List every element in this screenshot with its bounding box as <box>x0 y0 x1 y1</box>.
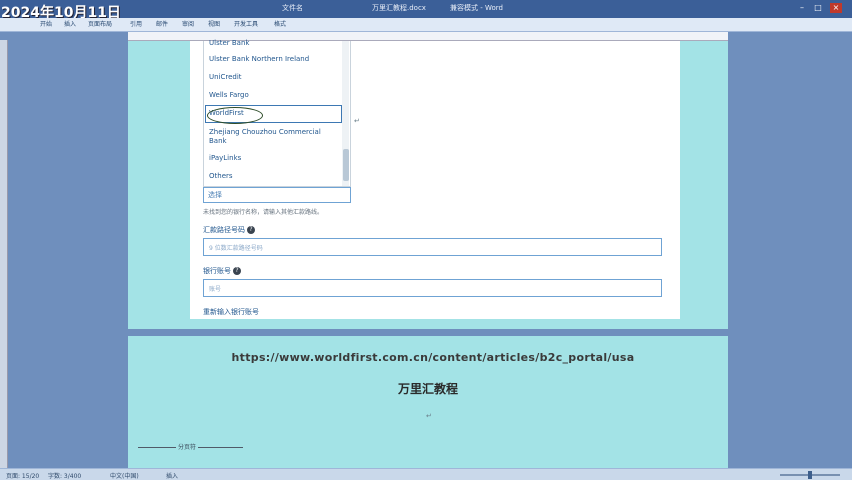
dropdown-option[interactable]: Ulster Bank <box>209 39 249 48</box>
close-icon[interactable]: × <box>830 3 842 13</box>
routing-number-label: 汇款路径号码? <box>203 225 255 235</box>
dropdown-option[interactable]: Ulster Bank Northern Ireland <box>209 55 309 64</box>
status-language[interactable]: 中文(中国) <box>110 471 139 480</box>
page-gap <box>128 329 728 336</box>
tutorial-title: 万里汇教程 <box>397 382 458 396</box>
tab-insert[interactable]: 插入 <box>64 19 76 28</box>
routing-number-label-text: 汇款路径号码 <box>203 226 245 234</box>
paragraph-mark: ↵ <box>354 117 360 125</box>
tab-home[interactable]: 开始 <box>40 19 52 28</box>
tutorial-url[interactable]: https://www.worldfirst.com.cn/content/ar… <box>223 351 643 364</box>
routing-number-input[interactable]: 9 位数汇款路径号码 <box>203 238 662 256</box>
dropdown-option[interactable]: Others <box>209 172 233 181</box>
account-number-label-text: 银行账号 <box>203 267 231 275</box>
vertical-ruler[interactable] <box>0 40 8 470</box>
window-title: 万里汇教程.docx <box>372 4 426 12</box>
document-page-2[interactable]: https://www.worldfirst.com.cn/content/ar… <box>128 336 728 470</box>
tab-page-layout[interactable]: 页面布局 <box>88 19 112 28</box>
zoom-slider-handle[interactable] <box>808 471 812 479</box>
status-page-count[interactable]: 页面: 15/20 <box>6 471 39 480</box>
paragraph-mark: ↵ <box>426 412 432 420</box>
dropdown-option[interactable]: UniCredit <box>209 73 242 82</box>
tab-references[interactable]: 引用 <box>130 19 142 28</box>
bank-dropdown-list[interactable]: Ulster Bank Ulster Bank Northern Ireland… <box>203 39 351 187</box>
tab-format[interactable]: 格式 <box>274 19 286 28</box>
highlight-circle <box>207 107 263 124</box>
status-word-count[interactable]: 字数: 3/400 <box>48 471 81 480</box>
maximize-icon[interactable]: □ <box>812 3 824 13</box>
tab-review[interactable]: 审阅 <box>182 19 194 28</box>
page-break-label: 分页符 <box>176 442 199 451</box>
embedded-screenshot: Ulster Bank Ulster Bank Northern Ireland… <box>190 39 680 319</box>
tab-mailings[interactable]: 邮件 <box>156 19 168 28</box>
window-title-right: 兼容模式 - Word <box>450 4 503 12</box>
dropdown-option[interactable]: Zhejiang Chouzhou Commercial Bank <box>209 128 329 146</box>
tab-view[interactable]: 视图 <box>208 19 220 28</box>
status-insert-mode[interactable]: 插入 <box>166 471 178 480</box>
bank-hint-text: 未找到您的银行名称，请输入其他汇款路线。 <box>203 209 324 216</box>
status-bar: 页面: 15/20 字数: 3/400 中文(中国) 插入 <box>0 468 852 480</box>
scrollbar-thumb[interactable] <box>343 149 349 181</box>
bank-select[interactable]: 选择 <box>203 187 351 203</box>
ribbon-tabs: 开始 插入 页面布局 引用 邮件 审阅 视图 开发工具 格式 <box>0 18 852 32</box>
dropdown-option[interactable]: iPayLinks <box>209 154 241 163</box>
dropdown-option[interactable]: Wells Fargo <box>209 91 249 100</box>
tab-developer[interactable]: 开发工具 <box>234 19 258 28</box>
title-bar: 2024年10月11日 文件名 万里汇教程.docx 兼容模式 - Word –… <box>0 0 852 21</box>
account-number-input[interactable]: 账号 <box>203 279 662 297</box>
reenter-account-label: 重新输入银行账号 <box>203 308 259 316</box>
help-icon[interactable]: ? <box>233 267 241 275</box>
window-title-left: 文件名 <box>282 4 303 12</box>
minimize-icon[interactable]: – <box>796 3 808 13</box>
document-page[interactable]: Ulster Bank Ulster Bank Northern Ireland… <box>128 39 728 329</box>
account-number-label: 银行账号? <box>203 266 241 276</box>
help-icon[interactable]: ? <box>247 226 255 234</box>
